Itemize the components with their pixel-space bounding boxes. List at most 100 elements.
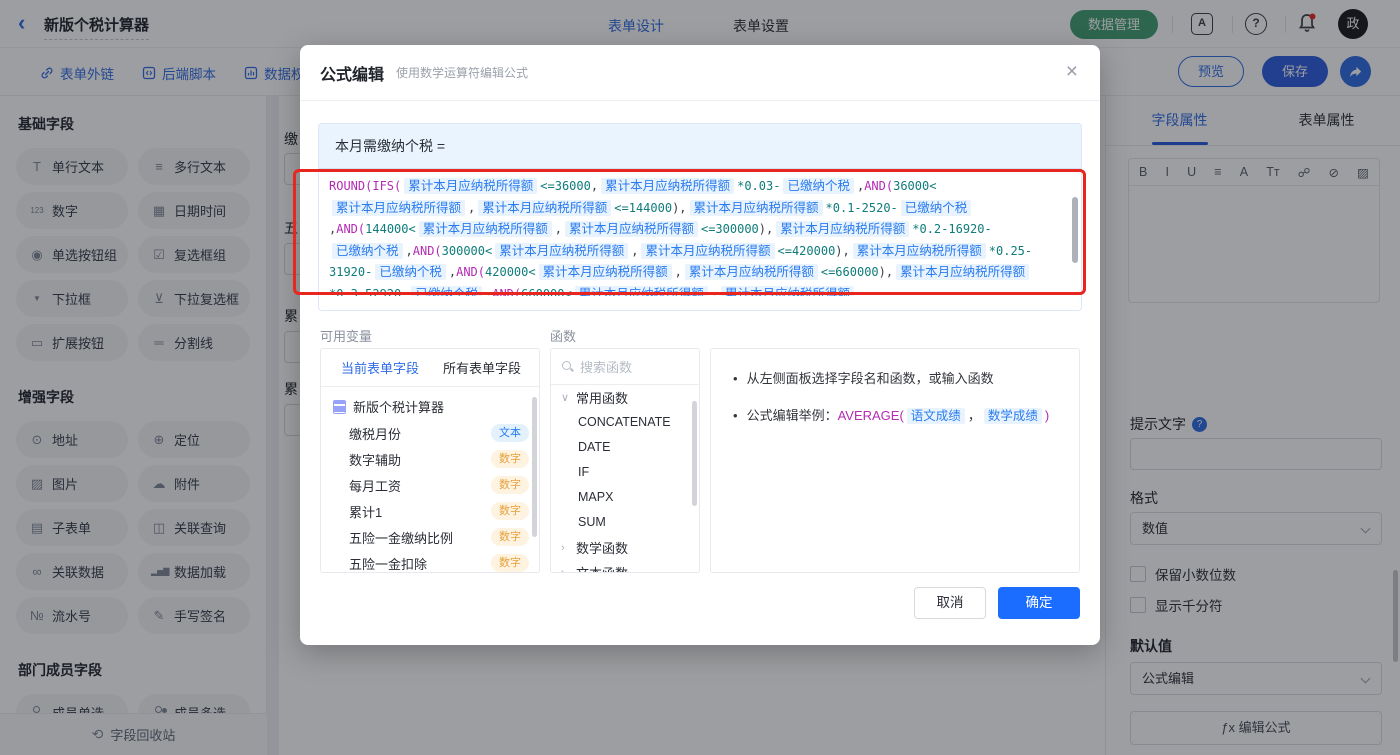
modal-subtitle: 使用数学运算符编辑公式 bbox=[396, 64, 528, 81]
function-group[interactable]: ›数学函数 bbox=[551, 535, 699, 560]
field-chip: 累计本月应纳税所得额 bbox=[478, 200, 611, 216]
field-chip: 已缴纳个税 bbox=[375, 264, 446, 280]
function-group-label: 文本函数 bbox=[576, 563, 628, 573]
variables-panel: 当前表单字段 所有表单字段 新版个税计算器 缴税月份文本数字辅助数字每月工资数字… bbox=[320, 348, 540, 573]
number-token: <=420000 bbox=[778, 244, 836, 258]
modal-title: 公式编辑 bbox=[320, 61, 384, 85]
field-chip: 语文成绩 bbox=[907, 408, 965, 424]
field-type-badge: 文本 bbox=[491, 424, 529, 442]
number-token: 31920- bbox=[329, 265, 372, 279]
number-token: *0.3-52920- bbox=[329, 287, 408, 297]
formula-target-row: 本月需缴纳个税 = bbox=[318, 123, 1082, 168]
operator-token: , bbox=[675, 265, 682, 279]
variable-row[interactable]: 每月工资 数字 bbox=[321, 472, 539, 498]
function-group[interactable]: › 文本函数 bbox=[551, 560, 699, 573]
formula-content[interactable]: ROUND(IFS(累计本月应纳税所得额<=36000,累计本月应纳税所得额*0… bbox=[318, 168, 1082, 311]
variables-label: 可用变量 bbox=[320, 326, 372, 345]
cancel-button[interactable]: 取消 bbox=[914, 587, 986, 619]
number-token: 36000< bbox=[893, 179, 936, 193]
field-chip: 累计本月应纳税所得额 bbox=[853, 243, 986, 259]
number-token: 660000< bbox=[521, 287, 572, 297]
operator-token: , bbox=[468, 201, 475, 215]
variable-name: 五险一金缴纳比例 bbox=[349, 528, 453, 547]
field-chip: 累计本月应纳税所得额 bbox=[419, 221, 552, 237]
function-group[interactable]: ∨ 常用函数 bbox=[551, 385, 699, 410]
number-token: *0.03- bbox=[737, 179, 780, 193]
field-chip: 累计本月应纳税所得额 bbox=[690, 200, 823, 216]
field-chip: 累计本月应纳税所得额 bbox=[332, 200, 465, 216]
function-token: AND( bbox=[456, 265, 485, 279]
formula-line: ROUND(IFS(累计本月应纳税所得额<=36000,累计本月应纳税所得额*0… bbox=[329, 176, 1071, 198]
function-item[interactable]: DATE bbox=[551, 435, 699, 460]
operator-token: , bbox=[555, 222, 562, 236]
operator-token: ， bbox=[968, 408, 981, 423]
operator-token: , bbox=[591, 179, 598, 193]
formula-line: 已缴纳个税,AND(300000<累计本月应纳税所得额,累计本月应纳税所得额<=… bbox=[329, 241, 1071, 263]
function-item[interactable]: IF bbox=[551, 460, 699, 485]
field-chip: 累计本月应纳税所得额 bbox=[601, 178, 734, 194]
function-token: AVERAGE( bbox=[838, 408, 904, 423]
field-chip: 已缴纳个税 bbox=[901, 200, 972, 216]
operator-token: ), bbox=[835, 244, 849, 258]
functions-panel: 搜索函数 ∨常用函数CONCATENATEDATEIFMAPXSUM›数学函数›… bbox=[550, 348, 700, 573]
number-token: <=300000 bbox=[701, 222, 759, 236]
function-token: AND( bbox=[864, 179, 893, 193]
app: ‹ 新版个税计算器 表单设计 表单设置 数据管理 A ? 政 表单外链 后端脚本… bbox=[0, 0, 1400, 755]
field-chip: 数学成绩 bbox=[984, 408, 1042, 424]
form-tree-root[interactable]: 新版个税计算器 bbox=[321, 387, 539, 420]
function-item[interactable]: MAPX bbox=[551, 485, 699, 510]
operator-token: ), bbox=[759, 222, 773, 236]
variable-name: 数字辅助 bbox=[349, 450, 401, 469]
operator-token: 公式编辑举例： bbox=[747, 408, 838, 423]
operator-token: ), bbox=[672, 201, 686, 215]
tab-all-form-fields[interactable]: 所有表单字段 bbox=[443, 358, 521, 377]
field-type-badge: 数字 bbox=[491, 528, 529, 546]
variable-row[interactable]: 缴税月份文本 bbox=[321, 420, 539, 446]
tab-current-form-fields[interactable]: 当前表单字段 bbox=[341, 358, 419, 377]
scrollbar-thumb[interactable] bbox=[692, 401, 697, 506]
scrollbar-thumb[interactable] bbox=[1072, 197, 1078, 263]
formula-line: *0.3-52920-已缴纳个税,AND(660000<累计本月应纳税所得额,累… bbox=[329, 284, 1071, 297]
function-token: AND( bbox=[336, 222, 365, 236]
search-icon bbox=[562, 361, 573, 372]
scrollbar-thumb[interactable] bbox=[532, 397, 537, 537]
number-token: <=660000 bbox=[821, 265, 879, 279]
function-group-label: 常用函数 bbox=[576, 388, 628, 407]
close-icon[interactable]: × bbox=[1066, 61, 1078, 83]
function-token: ) bbox=[1045, 408, 1049, 423]
formula-editor: 本月需缴纳个税 = ROUND(IFS(累计本月应纳税所得额<=36000,累计… bbox=[318, 123, 1082, 356]
field-chip: 累计本月应纳税所得额 bbox=[896, 264, 1029, 280]
variable-row[interactable]: 数字辅助 数字 bbox=[321, 446, 539, 472]
number-token: 420000< bbox=[485, 265, 536, 279]
confirm-button[interactable]: 确定 bbox=[998, 587, 1080, 619]
chevron-down-icon: ∨ bbox=[561, 391, 571, 404]
operator-token: , bbox=[631, 244, 638, 258]
field-chip: 已缴纳个税 bbox=[411, 286, 482, 297]
formula-edit-modal: 公式编辑 使用数学运算符编辑公式 × 本月需缴纳个税 = ROUND(IFS(累… bbox=[300, 45, 1100, 645]
number-token: *0.1-2520- bbox=[826, 201, 898, 215]
field-chip: 累计本月应纳税所得额 bbox=[539, 264, 672, 280]
function-search[interactable]: 搜索函数 bbox=[551, 349, 699, 385]
chevron-right-icon: › bbox=[561, 542, 571, 554]
variable-name: 每月工资 bbox=[349, 476, 401, 495]
variable-row[interactable]: 五险一金扣除数字 bbox=[321, 550, 539, 573]
function-item[interactable]: CONCATENATE bbox=[551, 410, 699, 435]
field-type-badge: 数字 bbox=[491, 450, 529, 468]
function-item[interactable]: SUM bbox=[551, 510, 699, 535]
form-doc-icon bbox=[333, 400, 346, 414]
operator-token: , bbox=[711, 287, 718, 297]
function-token: AND( bbox=[413, 244, 442, 258]
field-chip: 累计本月应纳税所得额 bbox=[641, 243, 774, 259]
variable-row[interactable]: 累计1 数字 bbox=[321, 498, 539, 524]
formula-line: 累计本月应纳税所得额,累计本月应纳税所得额<=144000),累计本月应纳税所得… bbox=[329, 198, 1071, 220]
field-chip: 已缴纳个税 bbox=[783, 178, 854, 194]
variable-name: 累计1 bbox=[349, 502, 382, 521]
number-token: *0.25- bbox=[989, 244, 1032, 258]
field-type-badge: 数字 bbox=[491, 502, 529, 520]
field-chip: 累计本月应纳税所得额 bbox=[495, 243, 628, 259]
chevron-right-icon: › bbox=[561, 567, 571, 574]
number-token: 144000< bbox=[365, 222, 416, 236]
field-chip: 累计本月应纳税所得额 bbox=[685, 264, 818, 280]
field-type-badge: 数字 bbox=[491, 476, 529, 494]
variable-row[interactable]: 五险一金缴纳比例 数字 bbox=[321, 524, 539, 550]
